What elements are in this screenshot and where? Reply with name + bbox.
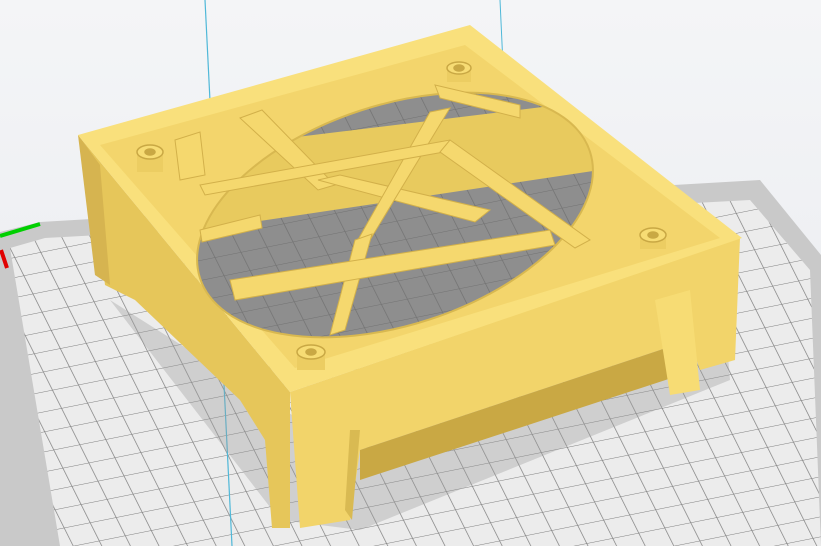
- 3d-viewport[interactable]: [0, 0, 821, 546]
- screw-post: [296, 344, 326, 370]
- screw-post: [446, 61, 472, 82]
- screw-post: [136, 144, 164, 172]
- screw-post: [639, 227, 667, 249]
